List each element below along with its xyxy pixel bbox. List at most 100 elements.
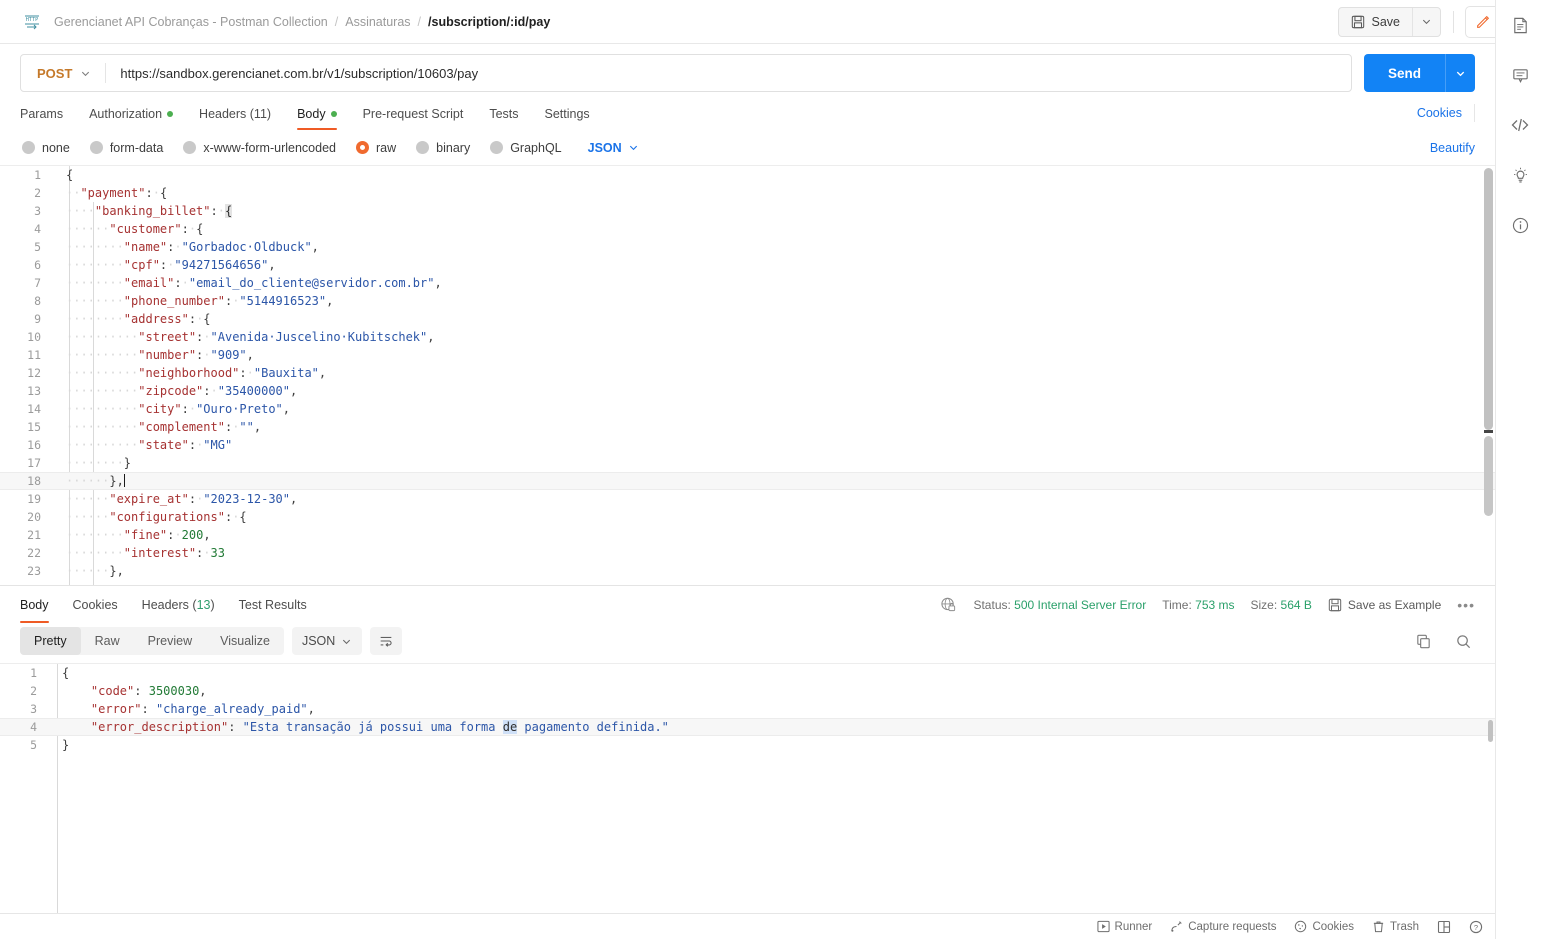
- code-token: ,: [246, 348, 254, 362]
- code-token: ,: [318, 366, 327, 380]
- help-button[interactable]: ?: [1469, 920, 1483, 934]
- breadcrumb-collection[interactable]: Gerencianet API Cobranças - Postman Coll…: [54, 15, 328, 29]
- raw-format-selector[interactable]: JSON: [588, 141, 639, 155]
- body-type-label: binary: [436, 140, 471, 155]
- layout-toggle-button[interactable]: [1437, 920, 1451, 934]
- code-token: :: [228, 720, 243, 734]
- body-type-none[interactable]: none: [22, 141, 70, 155]
- view-mode-visualize[interactable]: Visualize: [206, 627, 284, 655]
- breadcrumb-folder[interactable]: Assinaturas: [345, 15, 410, 29]
- code-token: ··········: [66, 366, 139, 380]
- word-wrap-toggle-button[interactable]: [370, 627, 403, 655]
- radio-button[interactable]: [22, 141, 35, 154]
- request-tab-tests[interactable]: Tests: [489, 100, 518, 130]
- request-tab-params[interactable]: Params: [20, 100, 63, 130]
- url-input[interactable]: [106, 55, 1351, 91]
- view-mode-preview[interactable]: Preview: [134, 627, 206, 655]
- response-tab-body[interactable]: Body: [20, 586, 49, 623]
- body-type-form-data[interactable]: form-data: [89, 141, 163, 155]
- capture-requests-button[interactable]: Capture requests: [1170, 920, 1276, 933]
- response-scroll-thumb[interactable]: [1488, 720, 1493, 742]
- save-as-example-button[interactable]: Save as Example: [1328, 598, 1441, 612]
- code-token: pagamento definida.": [517, 720, 669, 734]
- request-scroll-thumb[interactable]: [1484, 168, 1493, 430]
- radio-button[interactable]: [356, 141, 369, 154]
- save-button[interactable]: Save: [1339, 8, 1413, 36]
- documentation-icon[interactable]: [1505, 10, 1535, 40]
- line-number: 4: [34, 222, 41, 236]
- code-token: :: [203, 384, 211, 398]
- status-bar-right-group: Runner Capture requests Cookies Trash ?: [1096, 920, 1483, 934]
- runner-button[interactable]: Runner: [1096, 920, 1152, 933]
- comments-icon[interactable]: [1505, 60, 1535, 90]
- breadcrumb: Gerencianet API Cobranças - Postman Coll…: [54, 15, 550, 29]
- request-scroll-thumb-2[interactable]: [1484, 436, 1493, 516]
- radio-button[interactable]: [89, 141, 103, 154]
- request-tab-settings[interactable]: Settings: [545, 100, 590, 130]
- method-selector[interactable]: POST: [21, 55, 105, 91]
- response-body-editor[interactable]: 1{2 "code": 3500030, 3 "error": "charge_a…: [0, 663, 1495, 913]
- code-token: "banking_billet": [94, 204, 211, 218]
- view-mode-pretty[interactable]: Pretty: [20, 627, 81, 655]
- response-tab-label-suffix: ): [210, 597, 215, 612]
- code-token: :: [188, 312, 197, 326]
- breadcrumb-current-request[interactable]: /subscription/:id/pay: [428, 15, 550, 29]
- body-type-raw[interactable]: raw: [356, 141, 396, 155]
- code-token: "customer": [109, 222, 182, 236]
- response-tab-cookies[interactable]: Cookies: [73, 586, 118, 623]
- request-tab-label: Settings: [544, 107, 590, 121]
- lightbulb-icon[interactable]: [1505, 160, 1535, 190]
- response-tab-headers-13[interactable]: Headers (13): [142, 586, 215, 623]
- request-tab-authorization[interactable]: Authorization: [89, 100, 174, 130]
- code-token: :: [181, 402, 189, 416]
- save-dropdown-button[interactable]: [1412, 7, 1440, 36]
- radio-button[interactable]: [183, 141, 197, 154]
- body-type-x-www-form-urlencoded[interactable]: x-www-form-urlencoded: [183, 141, 336, 155]
- request-body-editor[interactable]: 1{2 ··"payment":·{3 ····"banking_billet":·…: [0, 165, 1495, 585]
- code-token: "phone_number": [123, 294, 225, 308]
- code-token: ········: [66, 294, 124, 308]
- code-token: ,: [311, 240, 319, 254]
- tab-modified-dot: [167, 111, 174, 117]
- code-snippet-icon[interactable]: [1505, 110, 1535, 140]
- request-editor-scrollbar[interactable]: [1484, 166, 1493, 585]
- response-tab-label: Cookies: [72, 597, 118, 612]
- response-format-selector[interactable]: JSON: [291, 627, 363, 655]
- body-type-binary[interactable]: binary: [416, 141, 470, 155]
- body-type-graphql[interactable]: GraphQL: [490, 141, 562, 155]
- response-more-options-button[interactable]: •••: [1457, 597, 1475, 613]
- line-number: 12: [27, 366, 41, 380]
- response-tab-test-results[interactable]: Test Results: [239, 586, 307, 623]
- code-line: 8 ········"phone_number":·"5144916523",: [0, 292, 1495, 310]
- code-line: 5 ········"name":·"Gorbadoc·Oldbuck",: [0, 238, 1495, 256]
- trash-button[interactable]: Trash: [1372, 920, 1419, 933]
- copy-button[interactable]: [1411, 629, 1435, 653]
- search-button[interactable]: [1451, 629, 1475, 653]
- response-editor-scrollbar[interactable]: [1484, 664, 1493, 824]
- line-content: "error": "charge_already_paid",: [48, 700, 1495, 718]
- code-token: "Avenida·Juscelino·Kubitschek": [210, 330, 428, 344]
- request-tab-headers-11[interactable]: Headers (11): [199, 100, 271, 130]
- code-token: de: [502, 720, 518, 734]
- request-tab-pre-request-script[interactable]: Pre-request Script: [363, 100, 464, 130]
- code-line: 1{: [0, 166, 1495, 184]
- pencil-icon: [1477, 15, 1490, 28]
- cookies-button[interactable]: Cookies: [1294, 920, 1354, 933]
- bottom-status-bar: Runner Capture requests Cookies Trash ?: [0, 913, 1495, 939]
- request-tab-body[interactable]: Body: [297, 100, 337, 130]
- radio-button[interactable]: [416, 141, 430, 154]
- beautify-button[interactable]: Beautify: [1430, 141, 1475, 155]
- response-code-lines: 1{2 "code": 3500030, 3 "error": "charge_a…: [0, 664, 1495, 754]
- info-icon[interactable]: [1505, 210, 1535, 240]
- code-token: "cpf": [123, 258, 160, 272]
- send-button[interactable]: Send: [1364, 54, 1445, 92]
- radio-button[interactable]: [490, 141, 504, 154]
- send-dropdown-button[interactable]: [1445, 54, 1475, 92]
- code-token: ······: [66, 222, 110, 236]
- body-type-row: none form-data x-www-form-urlencoded raw bin…: [0, 130, 1495, 165]
- code-token: 3500030: [148, 684, 200, 698]
- cookies-link[interactable]: Cookies: [1417, 106, 1462, 120]
- code-token: "error_description": [90, 720, 229, 734]
- response-tabs: Body Cookies Headers (13) Test Results Stat…: [0, 586, 1495, 623]
- view-mode-raw[interactable]: Raw: [81, 627, 134, 655]
